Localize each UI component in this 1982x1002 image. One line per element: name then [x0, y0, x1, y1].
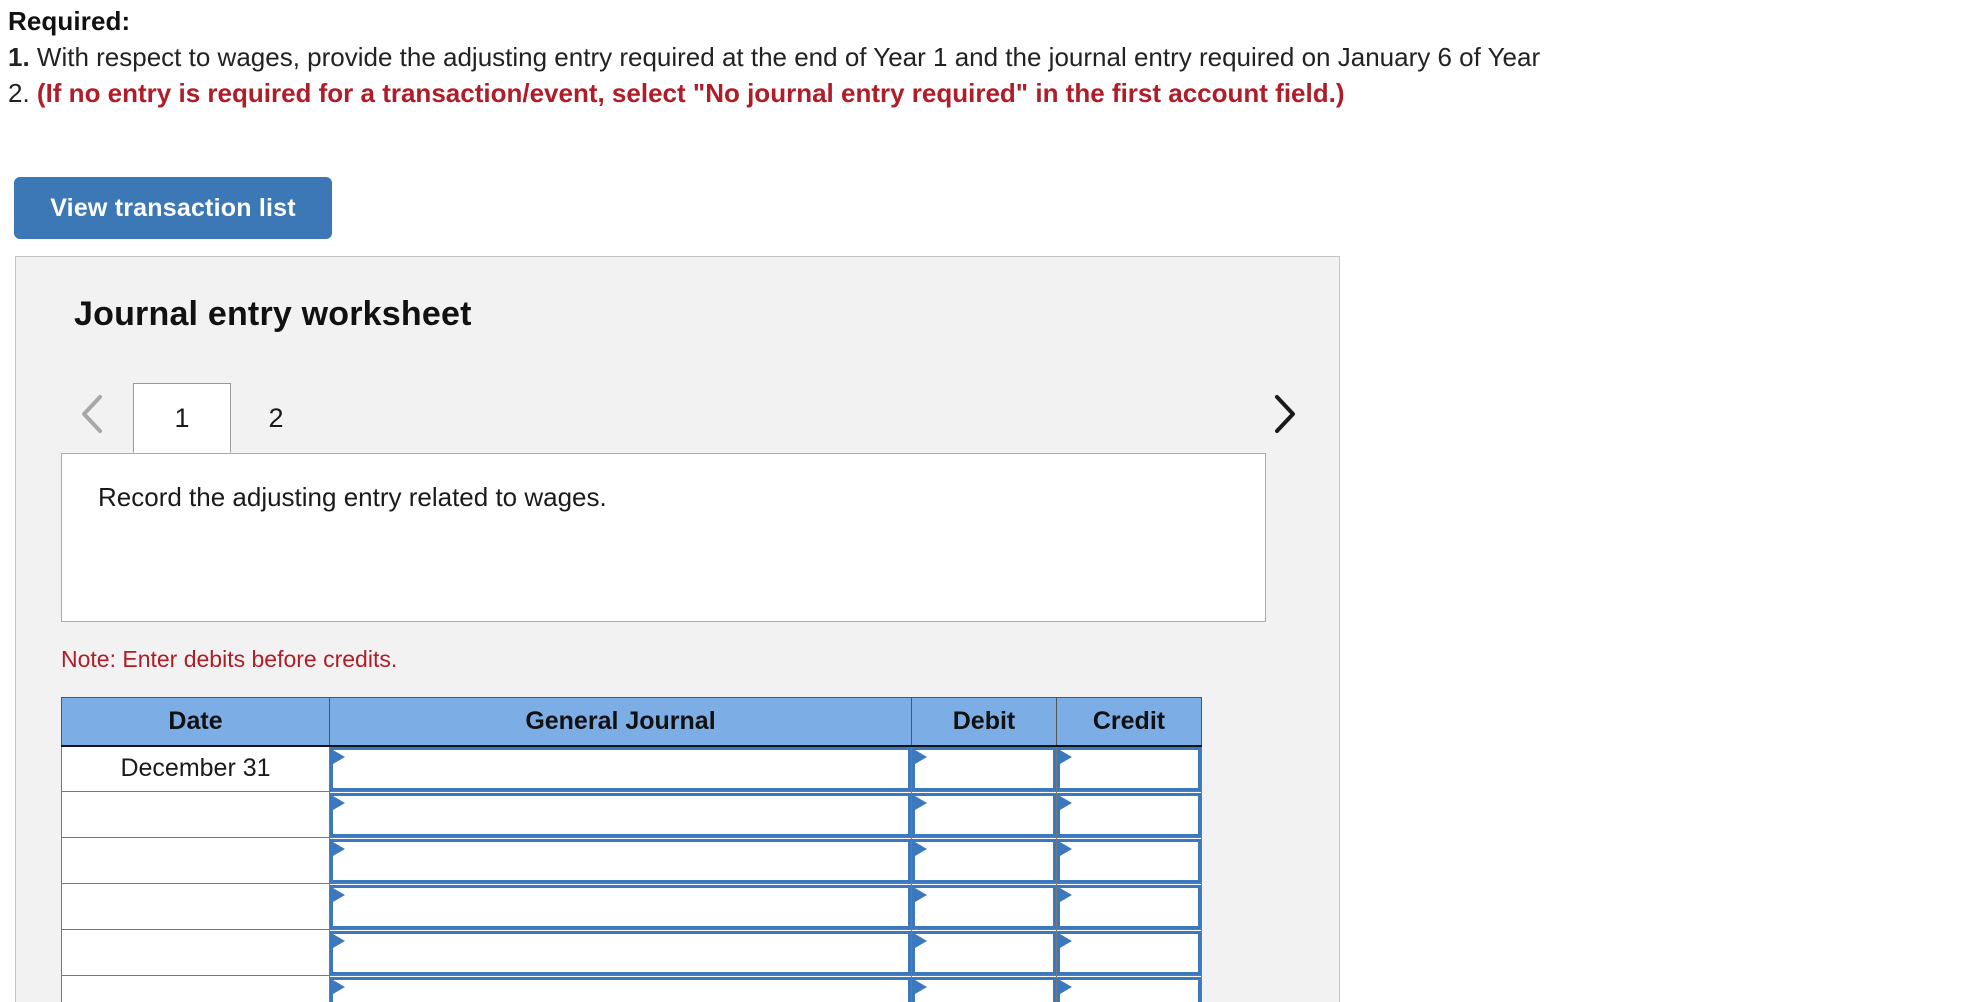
debit-input-cell[interactable]	[911, 883, 1057, 930]
debits-before-credits-note: Note: Enter debits before credits.	[61, 646, 398, 672]
debit-input[interactable]	[912, 976, 1056, 1002]
table-row	[61, 791, 1202, 838]
general-journal-input-cell[interactable]	[329, 791, 912, 838]
debit-value	[929, 750, 1049, 788]
column-header-general-journal: General Journal	[329, 697, 912, 747]
column-header-date: Date	[61, 697, 330, 747]
next-entry-button[interactable]	[1260, 383, 1308, 445]
required-line-2: 2. (If no entry is required for a transa…	[8, 75, 1968, 111]
general-journal-account-select[interactable]	[330, 884, 911, 929]
credit-input-cell[interactable]	[1056, 745, 1202, 792]
required-line-1: 1. With respect to wages, provide the ad…	[8, 39, 1968, 75]
date-cell[interactable]	[61, 975, 330, 1002]
no-entry-required-note: (If no entry is required for a transacti…	[36, 78, 1345, 108]
view-transaction-list-button[interactable]: View transaction list	[14, 177, 332, 239]
general-journal-value	[347, 888, 904, 926]
tab-entry-1-label: 1	[174, 402, 190, 433]
credit-input[interactable]	[1057, 792, 1201, 837]
general-journal-value	[347, 980, 904, 1002]
date-cell[interactable]: December 31	[61, 745, 330, 792]
date-cell[interactable]	[61, 883, 330, 930]
entry-description-box: Record the adjusting entry related to wa…	[61, 453, 1266, 622]
tab-entry-2[interactable]: 2	[236, 383, 316, 453]
debit-value	[929, 796, 1049, 834]
credit-input[interactable]	[1057, 746, 1201, 791]
debit-value	[929, 842, 1049, 880]
table-row	[61, 975, 1202, 1002]
chevron-left-icon	[79, 393, 105, 435]
general-journal-input-cell[interactable]	[329, 883, 912, 930]
debit-input[interactable]	[912, 838, 1056, 883]
debit-value	[929, 934, 1049, 972]
general-journal-value	[347, 934, 904, 972]
credit-input-cell[interactable]	[1056, 975, 1202, 1002]
credit-value	[1074, 842, 1194, 880]
date-cell[interactable]	[61, 791, 330, 838]
required-line-2-number: 2.	[8, 78, 30, 108]
general-journal-value	[347, 750, 904, 788]
table-header-row: Date General Journal Debit Credit	[61, 697, 1202, 747]
tab-entry-2-label: 2	[268, 403, 284, 433]
chevron-right-icon	[1271, 393, 1297, 435]
credit-input[interactable]	[1057, 930, 1201, 975]
general-journal-account-select[interactable]	[330, 976, 911, 1002]
general-journal-value	[347, 796, 904, 834]
debit-input-cell[interactable]	[911, 837, 1057, 884]
required-line-1-text: With respect to wages, provide the adjus…	[36, 42, 1541, 72]
page-root: Required: 1. With respect to wages, prov…	[0, 0, 1982, 1002]
credit-value	[1074, 796, 1194, 834]
debit-input-cell[interactable]	[911, 975, 1057, 1002]
general-journal-account-select[interactable]	[330, 930, 911, 975]
credit-value	[1074, 750, 1194, 788]
journal-entry-table: Date General Journal Debit Credit Decemb…	[61, 697, 1202, 1002]
credit-input[interactable]	[1057, 838, 1201, 883]
column-header-debit: Debit	[911, 697, 1057, 747]
general-journal-account-select[interactable]	[330, 838, 911, 883]
table-row	[61, 883, 1202, 930]
table-row: December 31	[61, 745, 1202, 792]
previous-entry-button[interactable]	[68, 383, 116, 445]
date-cell[interactable]	[61, 929, 330, 976]
journal-entry-worksheet-panel: Journal entry worksheet 1 2 Record the a…	[15, 256, 1340, 1002]
credit-input-cell[interactable]	[1056, 929, 1202, 976]
debit-input-cell[interactable]	[911, 791, 1057, 838]
required-heading: Required:	[8, 6, 131, 36]
debit-input[interactable]	[912, 930, 1056, 975]
date-cell[interactable]	[61, 837, 330, 884]
worksheet-title: Journal entry worksheet	[74, 295, 472, 333]
credit-input-cell[interactable]	[1056, 837, 1202, 884]
worksheet-tabs-row: 1 2	[60, 377, 1310, 453]
credit-input-cell[interactable]	[1056, 883, 1202, 930]
credit-input[interactable]	[1057, 976, 1201, 1002]
tab-entry-1[interactable]: 1	[133, 383, 231, 453]
general-journal-input-cell[interactable]	[329, 745, 912, 792]
credit-value	[1074, 934, 1194, 972]
debit-input-cell[interactable]	[911, 745, 1057, 792]
credit-input[interactable]	[1057, 884, 1201, 929]
debit-input-cell[interactable]	[911, 929, 1057, 976]
general-journal-input-cell[interactable]	[329, 975, 912, 1002]
general-journal-input-cell[interactable]	[329, 929, 912, 976]
required-line-1-number: 1.	[8, 42, 30, 72]
debit-value	[929, 888, 1049, 926]
entry-description-text: Record the adjusting entry related to wa…	[98, 482, 607, 512]
general-journal-account-select[interactable]	[330, 792, 911, 837]
debit-input[interactable]	[912, 884, 1056, 929]
required-instructions: Required: 1. With respect to wages, prov…	[8, 4, 1968, 111]
column-header-credit: Credit	[1056, 697, 1202, 747]
general-journal-input-cell[interactable]	[329, 837, 912, 884]
general-journal-account-select[interactable]	[330, 746, 911, 791]
debit-input[interactable]	[912, 746, 1056, 791]
general-journal-value	[347, 842, 904, 880]
credit-value	[1074, 980, 1194, 1002]
table-row	[61, 929, 1202, 976]
credit-input-cell[interactable]	[1056, 791, 1202, 838]
debit-value	[929, 980, 1049, 1002]
debit-input[interactable]	[912, 792, 1056, 837]
credit-value	[1074, 888, 1194, 926]
table-row	[61, 837, 1202, 884]
